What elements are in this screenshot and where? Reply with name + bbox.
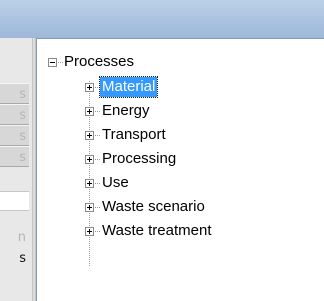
plus-box-icon[interactable]	[85, 203, 94, 212]
tree-node-energy[interactable]: Energy	[37, 101, 324, 121]
left-panel-button-3[interactable]: s	[0, 125, 29, 146]
plus-box-icon[interactable]	[85, 131, 94, 140]
window-title-bar	[0, 0, 324, 38]
tree-node-material-label: Material	[98, 76, 159, 98]
tree-node-material[interactable]: Material	[37, 76, 324, 98]
minus-box-icon[interactable]	[48, 58, 57, 67]
plus-box-icon[interactable]	[85, 179, 94, 188]
tree-node-waste-scenario[interactable]: Waste scenario	[37, 197, 324, 217]
tree-node-processing-label: Processing	[102, 150, 177, 167]
tree-node-use[interactable]: Use	[37, 173, 324, 193]
left-panel-item-5-label: n	[17, 230, 26, 245]
left-panel-button-4-label: s	[19, 150, 26, 165]
left-panel-item-6[interactable]: s	[0, 248, 29, 269]
plus-box-icon[interactable]	[85, 155, 94, 164]
left-button-panel: s s s s n s	[0, 38, 32, 301]
tree-node-root-label: Processes	[64, 53, 135, 70]
process-tree[interactable]: Processes Material Energy Transport Proc…	[36, 38, 324, 301]
left-panel-button-2[interactable]: s	[0, 104, 29, 125]
tree-node-energy-label: Energy	[102, 102, 150, 119]
left-panel-button-2-label: s	[19, 108, 26, 123]
plus-box-icon[interactable]	[85, 107, 94, 116]
left-panel-item-5[interactable]: n	[0, 227, 29, 248]
tree-node-waste-treatment-label: Waste treatment	[102, 222, 212, 239]
left-panel-tab[interactable]	[0, 191, 29, 211]
tree-node-waste-scenario-label: Waste scenario	[102, 198, 205, 215]
tree-node-transport-label: Transport	[102, 126, 166, 143]
tree-node-use-label: Use	[102, 174, 129, 191]
plus-box-icon[interactable]	[85, 83, 94, 92]
left-panel-button-1[interactable]: s	[0, 83, 29, 104]
tree-node-root[interactable]: Processes	[37, 52, 324, 72]
tree-node-waste-treatment[interactable]: Waste treatment	[37, 221, 324, 241]
tree-node-processing[interactable]: Processing	[37, 149, 324, 169]
left-panel-item-6-label: s	[19, 251, 26, 266]
tree-node-transport[interactable]: Transport	[37, 125, 324, 145]
left-panel-button-1-label: s	[19, 87, 26, 102]
plus-box-icon[interactable]	[85, 227, 94, 236]
left-panel-button-3-label: s	[19, 129, 26, 144]
left-panel-button-4[interactable]: s	[0, 146, 29, 167]
